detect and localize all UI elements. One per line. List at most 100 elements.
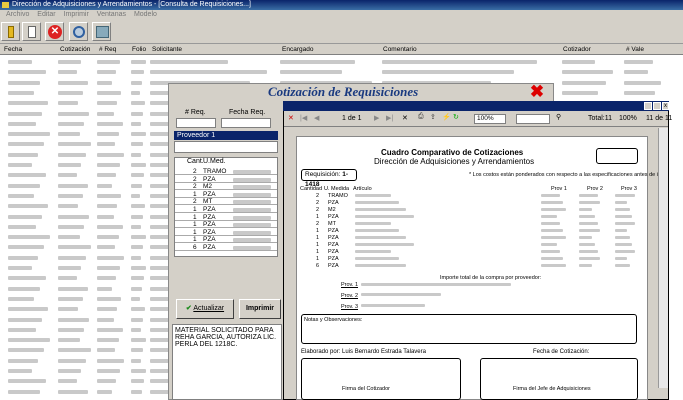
grid-cell bbox=[8, 193, 35, 198]
item-row[interactable]: 1 PZA bbox=[175, 229, 277, 236]
paper-row-cant: 1 bbox=[316, 249, 320, 255]
item-row[interactable]: 2 MT bbox=[175, 198, 277, 206]
grid-cell bbox=[97, 369, 121, 373]
grid-cell bbox=[150, 60, 229, 64]
item-row[interactable]: 1 PZA bbox=[175, 191, 277, 198]
fecha-req-field[interactable] bbox=[221, 118, 271, 128]
grid-cell bbox=[131, 276, 145, 281]
elaborado-label: Elaborado por: Luis Bernardo Estrada Tal… bbox=[301, 349, 426, 355]
col-req[interactable]: # Req bbox=[99, 46, 116, 53]
grid-cell bbox=[624, 70, 648, 75]
col-encargado[interactable]: Encargado bbox=[282, 46, 313, 53]
paper-row-cant: 1 bbox=[316, 228, 320, 234]
prev-page-icon[interactable]: ◀ bbox=[314, 114, 319, 122]
item-row[interactable]: 1 PZA bbox=[175, 221, 277, 229]
last-page-icon[interactable]: ▶| bbox=[386, 114, 393, 122]
next-page-icon[interactable]: ▶ bbox=[374, 114, 379, 122]
report-scrollbar[interactable] bbox=[658, 128, 668, 388]
grid-cell bbox=[131, 70, 145, 75]
item-cant: 1 bbox=[193, 206, 197, 213]
col-solicitante[interactable]: Solicitante bbox=[152, 46, 182, 53]
grid-cell bbox=[97, 327, 123, 332]
item-row[interactable]: 6 PZA bbox=[175, 244, 277, 251]
item-row[interactable]: 2 PZA bbox=[175, 176, 277, 183]
grid-cell bbox=[8, 348, 45, 353]
observaciones-box: Notas y Observaciones: bbox=[301, 314, 637, 344]
grid-cell bbox=[97, 183, 113, 188]
grid-cell bbox=[97, 80, 113, 85]
menu-editar[interactable]: Editar bbox=[37, 11, 55, 18]
actualizar-button[interactable]: ✔ Actualizar bbox=[176, 299, 234, 319]
zoom-select[interactable]: 100% bbox=[474, 114, 506, 124]
menu-ventanas[interactable]: Ventanas bbox=[97, 11, 126, 18]
close-preview-icon[interactable]: ✕ bbox=[402, 114, 408, 122]
maximize-icon[interactable] bbox=[653, 102, 661, 110]
grid-cell bbox=[150, 70, 267, 75]
grid-cell bbox=[8, 245, 45, 250]
col-folio[interactable]: Folio bbox=[132, 46, 146, 53]
cancel-button[interactable]: ✕ bbox=[45, 22, 64, 41]
close-report-icon[interactable]: x bbox=[662, 102, 669, 110]
col-comentario[interactable]: Comentario bbox=[383, 46, 417, 53]
grid-cell bbox=[97, 296, 122, 301]
document-button[interactable] bbox=[22, 22, 41, 41]
item-desc bbox=[233, 238, 271, 243]
paper-row-value bbox=[355, 264, 406, 267]
grid-cell bbox=[97, 389, 113, 394]
req-number-field[interactable] bbox=[176, 118, 216, 128]
close-cotizacion-icon[interactable]: ✖ bbox=[528, 83, 546, 100]
grid-cell bbox=[131, 255, 142, 260]
grid-cell bbox=[97, 90, 122, 95]
grid-row[interactable] bbox=[0, 67, 683, 77]
window-title-bar: Dirección de Adquisiciones y Arrendamien… bbox=[0, 0, 683, 10]
paper-row-value bbox=[579, 222, 598, 225]
map-button[interactable] bbox=[92, 22, 111, 41]
first-page-icon[interactable]: |◀ bbox=[300, 114, 307, 122]
grid-cell bbox=[280, 70, 342, 75]
imprimir-button[interactable]: Imprimir bbox=[239, 299, 281, 319]
menu-modelo[interactable]: Modelo bbox=[134, 11, 157, 18]
grid-cell bbox=[131, 173, 145, 178]
lightning-icon[interactable]: ⚡ bbox=[442, 113, 451, 121]
proveedor-field[interactable] bbox=[174, 141, 278, 153]
col-cotizador[interactable]: Cotizador bbox=[563, 46, 591, 53]
grid-cell bbox=[97, 358, 124, 363]
col-fecha[interactable]: Fecha bbox=[4, 46, 22, 53]
search-text-field[interactable] bbox=[516, 114, 550, 124]
search-button[interactable] bbox=[69, 22, 88, 41]
item-cant: 2 bbox=[193, 168, 197, 175]
total-records: Total:11 bbox=[588, 115, 612, 122]
paper-row-value bbox=[355, 250, 391, 253]
print-icon[interactable]: ⎙ bbox=[418, 113, 424, 121]
grid-cell bbox=[58, 358, 86, 363]
item-cant: 1 bbox=[193, 221, 197, 229]
grid-cell bbox=[58, 142, 91, 147]
grid-cell bbox=[58, 111, 90, 116]
col-cotizacion[interactable]: Cotización bbox=[60, 46, 90, 53]
nota-field[interactable]: MATERIAL SOLICITADO PARA REHA GARCIA, AU… bbox=[172, 324, 282, 400]
binoculars-icon[interactable]: ⚲ bbox=[556, 113, 561, 121]
paper-row-cant: 2 bbox=[316, 193, 320, 199]
grid-cell bbox=[8, 317, 43, 322]
items-table[interactable]: 2 TRAMO 2 PZA 2 M2 1 PZA 2 MT 1 PZA 1 PZA 1 PZA 1 PZA 1 PZA… bbox=[174, 157, 278, 257]
export-icon[interactable]: ⇪ bbox=[430, 113, 436, 121]
menu-archivo[interactable]: Archivo bbox=[6, 11, 29, 18]
paper-row-value bbox=[541, 201, 564, 204]
col-vale[interactable]: # Vale bbox=[626, 46, 644, 53]
item-row[interactable]: 1 PZA bbox=[175, 236, 277, 244]
grid-cell bbox=[58, 266, 82, 270]
open-button[interactable] bbox=[1, 22, 20, 41]
grid-row[interactable] bbox=[0, 57, 683, 67]
item-row[interactable]: 2 TRAMO bbox=[175, 168, 277, 175]
grid-cell bbox=[97, 266, 121, 270]
stop-icon[interactable]: ✕ bbox=[288, 114, 294, 122]
item-row[interactable]: 1 PZA bbox=[175, 214, 277, 221]
menu-imprimir[interactable]: Imprimir bbox=[64, 11, 89, 18]
paper-row-value bbox=[579, 243, 595, 246]
item-row[interactable]: 2 M2 bbox=[175, 183, 277, 191]
minimize-icon[interactable] bbox=[644, 102, 652, 110]
item-row[interactable]: 1 PZA bbox=[175, 206, 277, 213]
paper-row-um: PZA bbox=[328, 228, 339, 234]
firma1-label: Firma del Cotizador bbox=[342, 386, 390, 392]
refresh-icon[interactable]: ↻ bbox=[453, 113, 459, 121]
